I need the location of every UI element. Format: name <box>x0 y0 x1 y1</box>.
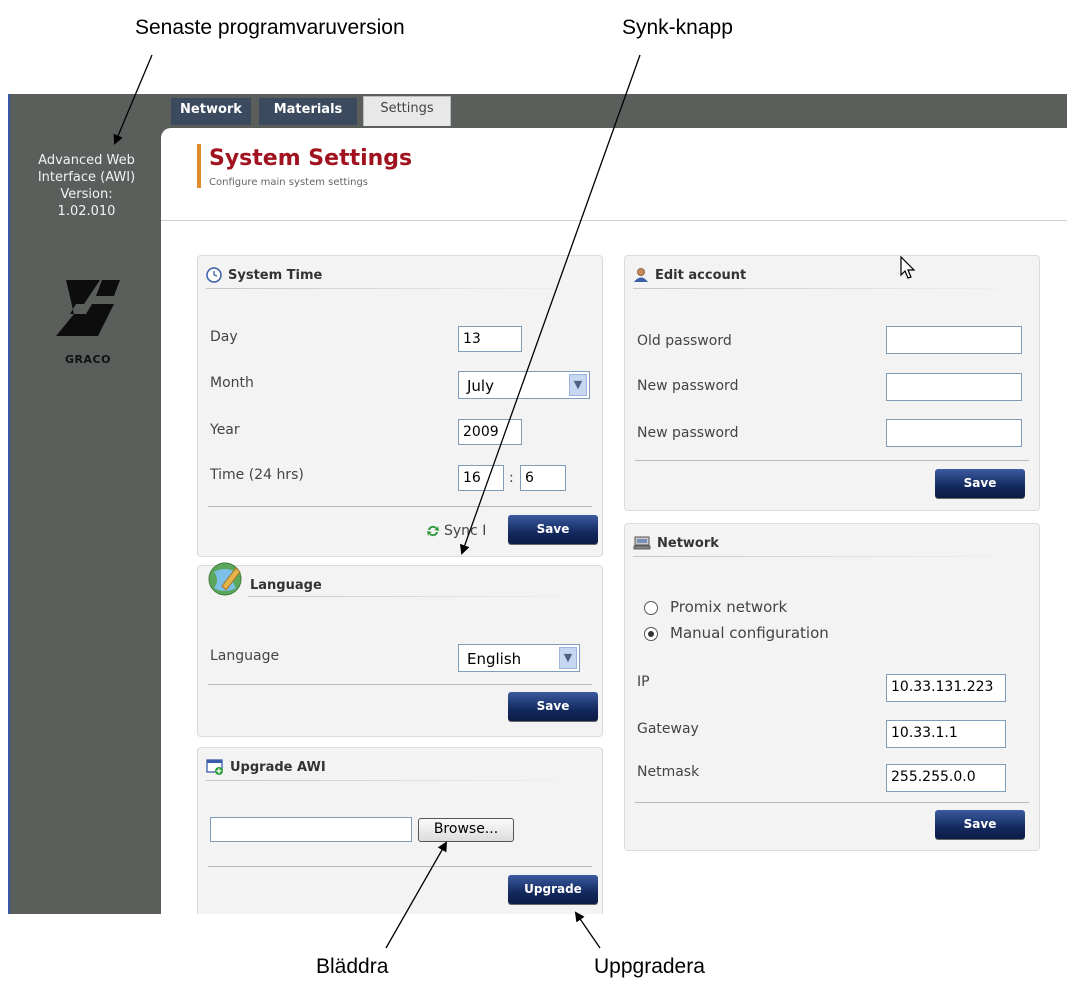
minute-field[interactable]: 6 <box>520 465 566 491</box>
confirm-password-label: New password <box>637 425 739 441</box>
language-panel: Language Language English ▼ Save <box>197 562 603 737</box>
main-content: System Settings Configure main system se… <box>161 128 1067 914</box>
language-header: Language <box>206 562 322 596</box>
hour-field[interactable]: 16 <box>458 465 504 491</box>
old-password-field[interactable] <box>886 326 1022 354</box>
system-time-title: System Time <box>228 267 323 283</box>
edit-account-header: Edit account <box>633 264 746 286</box>
year-label: Year <box>210 422 240 438</box>
callout-upgrade: Uppgradera <box>594 955 705 978</box>
upgrade-header: Upgrade AWI <box>206 756 326 778</box>
mouse-cursor-icon <box>900 256 916 279</box>
divider <box>633 288 1031 289</box>
clock-icon <box>206 267 222 283</box>
new-password-field[interactable] <box>886 373 1022 401</box>
gateway-label: Gateway <box>637 721 699 737</box>
sync-button[interactable]: Sync I <box>426 521 486 541</box>
radio-promix-network[interactable] <box>644 601 658 615</box>
callout-software-version: Senaste programvaruversion <box>135 16 405 39</box>
callout-browse: Bläddra <box>316 955 389 978</box>
awi-window: Advanced Web Interface (AWI) Version: 1.… <box>8 94 1067 914</box>
divider <box>248 596 594 597</box>
upgrade-panel: Upgrade AWI Browse... Upgrade <box>197 747 603 914</box>
radio-selected-dot <box>648 631 654 637</box>
month-label: Month <box>210 375 254 391</box>
tab-settings[interactable]: Settings <box>363 96 451 126</box>
divider <box>206 288 594 289</box>
page-subtitle: Configure main system settings <box>209 177 369 188</box>
globe-icon <box>208 562 242 596</box>
graco-logo-text: GRACO <box>65 353 111 366</box>
network-panel: Network Promix network Manual configurat… <box>624 523 1040 851</box>
sidebar: Advanced Web Interface (AWI) Version: 1.… <box>8 94 163 914</box>
upgrade-button[interactable]: Upgrade <box>508 875 598 904</box>
awi-version-number: 1.02.010 <box>57 204 116 219</box>
divider <box>206 780 594 781</box>
month-value: July <box>467 377 494 395</box>
browse-button[interactable]: Browse... <box>418 818 514 842</box>
time-separator: : <box>509 470 514 486</box>
save-account-button[interactable]: Save <box>935 469 1025 498</box>
new-password-label: New password <box>637 378 739 394</box>
window-upgrade-icon <box>206 759 223 775</box>
system-time-header: System Time <box>206 264 322 286</box>
sync-icon <box>427 525 439 537</box>
manual-configuration-label[interactable]: Manual configuration <box>670 624 829 642</box>
save-network-button[interactable]: Save <box>935 810 1025 839</box>
tab-materials[interactable]: Materials <box>259 98 357 125</box>
chevron-down-icon[interactable]: ▼ <box>559 647 577 669</box>
awi-version-info: Advanced Web Interface (AWI) Version: 1.… <box>10 152 163 220</box>
divider <box>208 866 592 867</box>
language-value: English <box>467 650 522 668</box>
network-icon <box>633 536 651 550</box>
promix-network-label[interactable]: Promix network <box>670 598 787 616</box>
chevron-down-icon[interactable]: ▼ <box>569 374 587 396</box>
sync-label: Sync I <box>444 523 487 539</box>
confirm-password-field[interactable] <box>886 419 1022 447</box>
month-select[interactable]: July ▼ <box>458 371 590 399</box>
old-password-label: Old password <box>637 333 732 349</box>
tab-network[interactable]: Network <box>171 98 251 125</box>
divider <box>633 556 1031 557</box>
time-label: Time (24 hrs) <box>210 467 304 483</box>
upgrade-file-field[interactable] <box>210 817 412 842</box>
divider <box>208 506 592 507</box>
network-title: Network <box>657 535 719 551</box>
page-title: System Settings <box>209 146 413 171</box>
gateway-field[interactable]: 10.33.1.1 <box>886 720 1006 748</box>
header-accent-bar <box>197 144 201 188</box>
awi-version-label: Version: <box>60 187 113 202</box>
year-field[interactable]: 2009 <box>458 419 522 445</box>
save-time-button[interactable]: Save <box>508 515 598 544</box>
awi-name-line1: Advanced Web <box>38 153 135 168</box>
network-header: Network <box>633 532 719 554</box>
ip-field[interactable]: 10.33.131.223 <box>886 674 1006 702</box>
user-icon <box>634 268 648 282</box>
language-label: Language <box>210 648 280 664</box>
language-title: Language <box>250 577 322 593</box>
page-header: System Settings Configure main system se… <box>161 128 1067 221</box>
edit-account-panel: Edit account Old password New password N… <box>624 255 1040 511</box>
graco-logo-icon <box>56 280 120 336</box>
divider <box>635 460 1029 461</box>
graco-logo: GRACO <box>48 274 128 366</box>
day-field[interactable]: 13 <box>458 326 522 352</box>
divider <box>208 684 592 685</box>
day-label: Day <box>210 329 238 345</box>
netmask-field[interactable]: 255.255.0.0 <box>886 764 1006 792</box>
language-select[interactable]: English ▼ <box>458 644 580 672</box>
tab-bar: Network Materials Settings <box>161 94 1067 128</box>
awi-name-line2: Interface (AWI) <box>37 170 136 185</box>
netmask-label: Netmask <box>637 764 700 780</box>
upgrade-title: Upgrade AWI <box>230 759 326 775</box>
ip-label: IP <box>637 674 650 690</box>
callout-sync-button: Synk-knapp <box>622 16 733 39</box>
radio-manual-configuration[interactable] <box>644 627 658 641</box>
divider <box>635 802 1029 803</box>
save-language-button[interactable]: Save <box>508 692 598 721</box>
arrow-upgrade <box>574 911 601 949</box>
system-time-panel: System Time Day 13 Month July ▼ Year 200… <box>197 255 603 557</box>
edit-account-title: Edit account <box>655 267 747 283</box>
